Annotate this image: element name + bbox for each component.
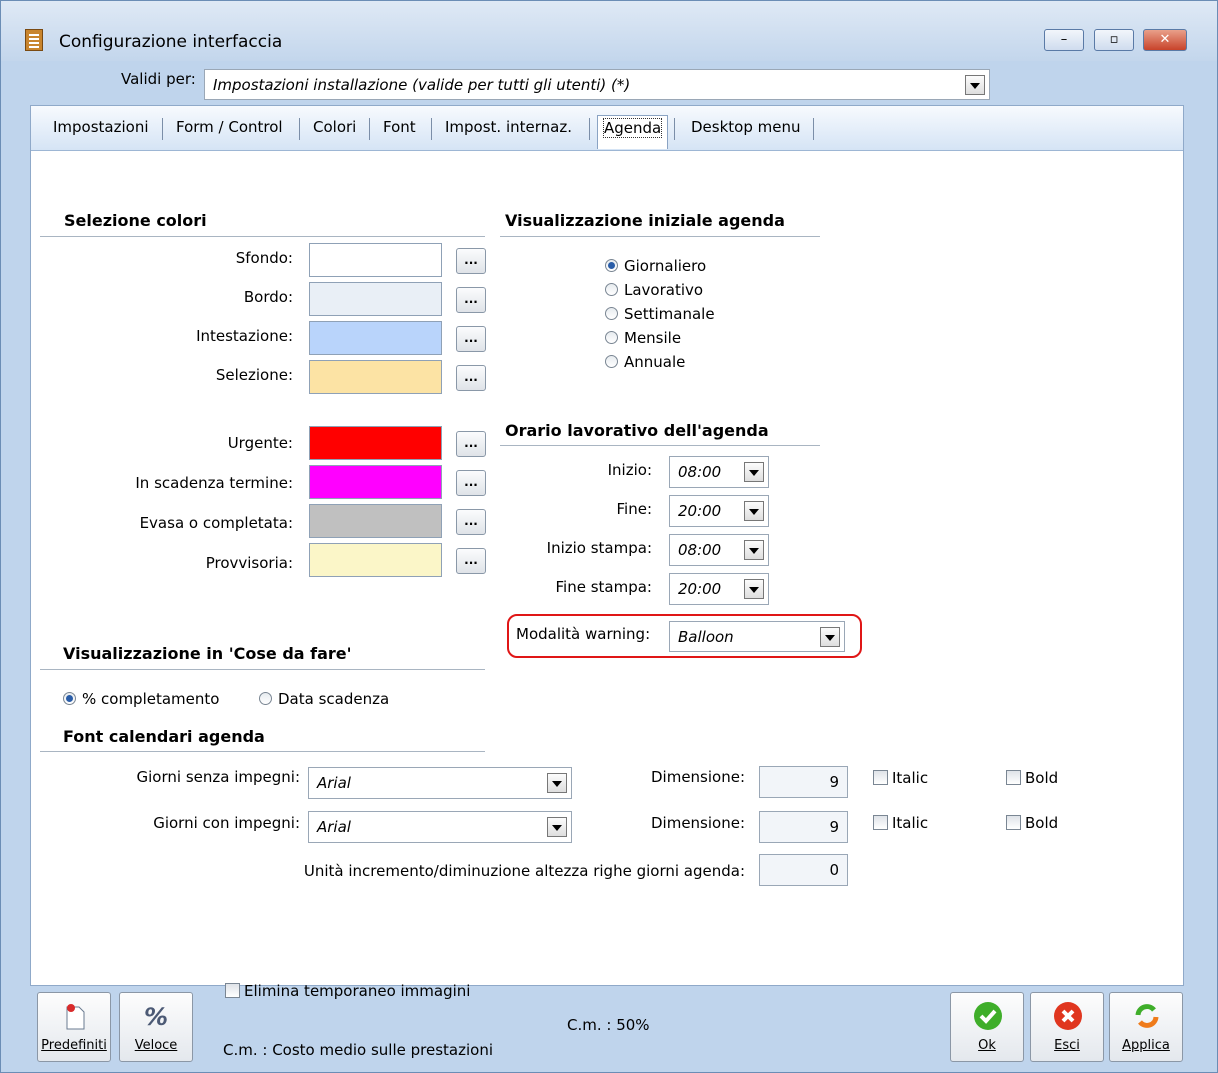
title-bar: Configurazione interfaccia – ▫ ✕	[1, 1, 1217, 61]
color-picker-button-intestazione[interactable]: ...	[456, 326, 486, 352]
radio-giornaliero[interactable]: Giornaliero	[605, 257, 706, 275]
color-swatch-selezione[interactable]	[309, 360, 442, 394]
work-hours-title: Orario lavorativo dell'agenda	[505, 421, 769, 440]
tab-impostazioni[interactable]: Impostazioni	[53, 118, 149, 136]
color-label-sfondo: Sfondo:	[235, 249, 293, 267]
field-dimensione-1[interactable]: 9	[759, 766, 848, 798]
label-giorni-con-impegni: Giorni con impegni:	[153, 814, 300, 832]
color-swatch-in-scadenza[interactable]	[309, 465, 442, 499]
label-warning-mode: Modalità warning:	[516, 625, 651, 643]
label-dimensione-1: Dimensione:	[650, 768, 745, 786]
chevron-down-icon[interactable]	[744, 501, 764, 521]
color-swatch-sfondo[interactable]	[309, 243, 442, 277]
color-picker-button-evasa[interactable]: ...	[456, 509, 486, 535]
chevron-down-icon[interactable]	[547, 773, 567, 793]
color-label-intestazione: Intestazione:	[196, 327, 293, 345]
color-swatch-provvisoria[interactable]	[309, 543, 442, 577]
tab-impost-internaz[interactable]: Impost. internaz.	[445, 118, 572, 136]
window-title: Configurazione interfaccia	[59, 32, 283, 52]
color-swatch-urgente[interactable]	[309, 426, 442, 460]
cm-note: C.m. : Costo medio sulle prestazioni	[223, 1041, 493, 1059]
radio-settimanale[interactable]: Settimanale	[605, 305, 715, 323]
radio-annuale[interactable]: Annuale	[605, 353, 685, 371]
valid-for-select[interactable]: Impostazioni installazione (valide per t…	[204, 69, 990, 100]
color-picker-button-in-scadenza[interactable]: ...	[456, 470, 486, 496]
checkbox-delete-temp[interactable]: Elimina temporaneo immagini	[225, 982, 470, 1000]
color-picker-button-selezione[interactable]: ...	[456, 365, 486, 391]
minimize-button[interactable]: –	[1044, 29, 1084, 51]
select-inizio[interactable]: 08:00	[669, 456, 769, 488]
label-inizio-stampa: Inizio stampa:	[546, 539, 652, 557]
label-giorni-senza-impegni: Giorni senza impegni:	[136, 768, 300, 786]
color-label-selezione: Selezione:	[215, 366, 293, 384]
maximize-button[interactable]: ▫	[1094, 29, 1134, 51]
select-font-con-impegni[interactable]: Arial	[308, 811, 572, 843]
close-circle-icon	[1054, 1002, 1082, 1030]
tab-font[interactable]: Font	[383, 118, 416, 136]
color-label-evasa: Evasa o completata:	[139, 514, 293, 532]
field-dimensione-2[interactable]: 9	[759, 811, 848, 843]
valid-for-label: Validi per:	[121, 70, 196, 88]
tab-agenda[interactable]: Agenda	[597, 115, 669, 149]
label-dimensione-2: Dimensione:	[650, 814, 745, 832]
cm-percent: C.m. : 50%	[567, 1016, 650, 1034]
label-fine-stampa: Fine stampa:	[555, 578, 652, 596]
color-picker-button-urgente[interactable]: ...	[456, 431, 486, 457]
label-unita-incremento: Unità incremento/diminuzione altezza rig…	[303, 862, 745, 880]
color-swatch-intestazione[interactable]	[309, 321, 442, 355]
initial-view-title: Visualizzazione iniziale agenda	[505, 211, 785, 230]
color-label-urgente: Urgente:	[227, 434, 293, 452]
checkbox-bold-2[interactable]: Bold	[1006, 814, 1058, 832]
radio-mensile[interactable]: Mensile	[605, 329, 681, 347]
field-unita-incremento[interactable]: 0	[759, 854, 848, 886]
fonts-title: Font calendari agenda	[63, 727, 265, 746]
select-warning-mode[interactable]: Balloon	[669, 621, 845, 652]
chevron-down-icon[interactable]	[744, 579, 764, 599]
checkmark-icon	[974, 1002, 1002, 1030]
radio-lavorativo[interactable]: Lavorativo	[605, 281, 703, 299]
color-swatch-evasa[interactable]	[309, 504, 442, 538]
checkbox-italic-1[interactable]: Italic	[873, 769, 928, 787]
chevron-down-icon[interactable]	[744, 462, 764, 482]
tab-form-control[interactable]: Form / Control	[176, 118, 283, 136]
refresh-icon	[1135, 1004, 1159, 1028]
svg-text:%: %	[144, 1003, 168, 1031]
color-picker-button-sfondo[interactable]: ...	[456, 248, 486, 274]
exit-button[interactable]: Esci	[1030, 992, 1104, 1062]
chevron-down-icon[interactable]	[744, 540, 764, 560]
select-font-senza-impegni[interactable]: Arial	[308, 767, 572, 799]
checkbox-italic-2[interactable]: Italic	[873, 814, 928, 832]
todo-view-title: Visualizzazione in 'Cose da fare'	[63, 644, 352, 663]
checkbox-bold-1[interactable]: Bold	[1006, 769, 1058, 787]
apply-button[interactable]: Applica	[1109, 992, 1183, 1062]
chevron-down-icon[interactable]	[965, 74, 985, 95]
select-fine[interactable]: 20:00	[669, 495, 769, 527]
tab-colori[interactable]: Colori	[313, 118, 356, 136]
fast-button[interactable]: % Veloce	[119, 992, 193, 1062]
color-picker-button-bordo[interactable]: ...	[456, 287, 486, 313]
tab-desktop-menu[interactable]: Desktop menu	[691, 118, 800, 136]
chevron-down-icon[interactable]	[820, 626, 840, 647]
close-button[interactable]: ✕	[1143, 29, 1187, 51]
document-pin-icon	[66, 1004, 85, 1030]
ok-button[interactable]: Ok	[950, 992, 1024, 1062]
colors-section-title: Selezione colori	[64, 211, 207, 230]
label-fine: Fine:	[616, 500, 653, 518]
radio-data-scadenza[interactable]: Data scadenza	[259, 690, 389, 708]
color-picker-button-provvisoria[interactable]: ...	[456, 548, 486, 574]
default-button[interactable]: Predefiniti	[37, 992, 111, 1062]
radio-completamento[interactable]: % completamento	[63, 690, 219, 708]
color-label-in-scadenza: In scadenza termine:	[135, 474, 293, 492]
percent-icon: %	[144, 1003, 168, 1031]
select-fine-stampa[interactable]: 20:00	[669, 573, 769, 605]
chevron-down-icon[interactable]	[547, 817, 567, 837]
color-label-bordo: Bordo:	[243, 288, 293, 306]
app-icon	[25, 29, 43, 51]
label-inizio: Inizio:	[607, 461, 652, 479]
config-window: Configurazione interfaccia – ▫ ✕ Validi …	[0, 0, 1218, 1073]
select-inizio-stampa[interactable]: 08:00	[669, 534, 769, 566]
tab-strip: Impostazioni Form / Control Colori Font …	[31, 106, 1183, 151]
color-swatch-bordo[interactable]	[309, 282, 442, 316]
color-label-provvisoria: Provvisoria:	[205, 554, 293, 572]
